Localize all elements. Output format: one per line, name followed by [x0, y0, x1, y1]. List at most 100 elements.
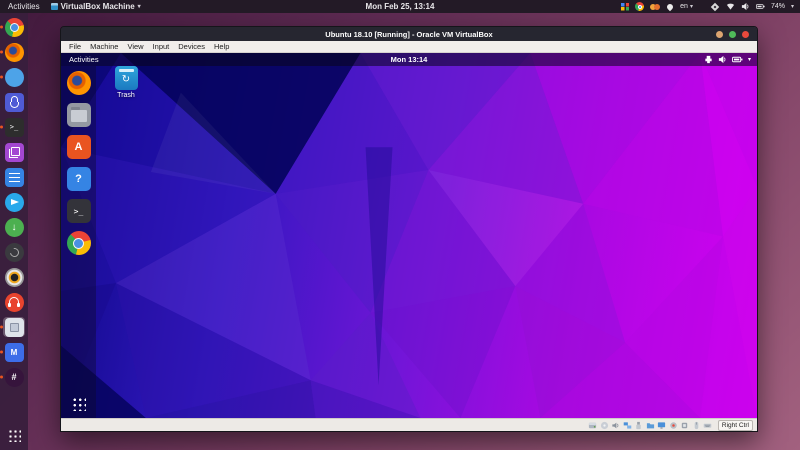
virtualbox-icon — [51, 3, 58, 10]
menu-file[interactable]: File — [69, 42, 81, 51]
guest-dock-item-firefox[interactable] — [67, 71, 91, 95]
crop-icon — [5, 143, 24, 162]
running-indicator — [0, 126, 3, 129]
menu-help[interactable]: Help — [214, 42, 229, 51]
dock-item-telegram[interactable] — [3, 192, 25, 212]
download-arrow-icon: ↓ — [5, 218, 24, 237]
telegram-icon — [5, 193, 24, 212]
running-indicator — [0, 26, 3, 29]
firefox-icon — [5, 43, 24, 62]
running-indicator — [0, 351, 3, 354]
hard-disk-icon[interactable] — [588, 421, 597, 430]
menu-input[interactable]: Input — [153, 42, 170, 51]
running-indicator — [0, 51, 3, 54]
trash-label: Trash — [117, 92, 135, 99]
dock-item-vm-app[interactable]: M — [3, 342, 25, 362]
shared-folders-icon[interactable] — [646, 421, 655, 430]
guest-screen[interactable]: Activities Mon 13:14 ▾ — [61, 53, 757, 418]
dock-item-download-manager[interactable]: ↓ — [3, 217, 25, 237]
host-key-label: Right Ctrl — [718, 420, 753, 431]
dock-item-software-store[interactable] — [3, 92, 25, 112]
guest-dock-item-files[interactable] — [67, 103, 91, 127]
sliders-icon — [5, 168, 24, 187]
blue-circle-app-icon — [5, 68, 24, 87]
minimize-button[interactable] — [716, 31, 723, 38]
wifi-icon[interactable] — [726, 2, 735, 11]
dock-item-settings-sliders[interactable] — [3, 167, 25, 187]
close-button[interactable] — [742, 31, 749, 38]
host-top-bar: Activities VirtualBox Machine ▾ Mon Feb … — [0, 0, 800, 13]
audio-icon[interactable] — [611, 421, 620, 430]
software-store-icon — [5, 93, 24, 112]
chevron-down-icon: ▾ — [690, 3, 693, 10]
recycle-glyph: ↻ — [122, 75, 130, 85]
guest-system-menu[interactable]: ▾ — [704, 55, 757, 64]
volume-icon — [718, 55, 727, 64]
host-show-applications-button[interactable] — [7, 428, 21, 442]
guest-dock: A ? >_ — [61, 66, 96, 418]
maximize-button[interactable] — [729, 31, 736, 38]
mouse-integration-icon[interactable] — [692, 421, 701, 430]
network-icon[interactable] — [623, 421, 632, 430]
legacy-tray-icon[interactable] — [711, 2, 719, 10]
battery-icon[interactable] — [756, 2, 765, 11]
usb-icon[interactable] — [634, 421, 643, 430]
vm-letter-icon: M — [5, 343, 24, 362]
dock-item-screenshot-tool[interactable] — [3, 142, 25, 162]
menu-machine[interactable]: Machine — [90, 42, 118, 51]
host-clock[interactable]: Mon Feb 25, 13:14 — [366, 2, 435, 11]
guest-activities-button[interactable]: Activities — [61, 55, 99, 64]
guest-top-bar: Activities Mon 13:14 ▾ — [61, 53, 757, 66]
slack-icon: # — [5, 368, 24, 387]
recording-icon[interactable] — [669, 421, 678, 430]
dark-circle-app-icon — [5, 243, 24, 262]
features-icon[interactable] — [680, 421, 689, 430]
menu-view[interactable]: View — [127, 42, 143, 51]
chevron-down-icon: ▾ — [138, 3, 141, 10]
workspaces-grid-icon[interactable] — [621, 3, 629, 11]
battery-icon — [732, 55, 743, 64]
dock-item-headphones-app[interactable] — [3, 292, 25, 312]
optical-disc-icon[interactable] — [600, 421, 609, 430]
keyboard-layout-indicator[interactable]: en ▾ — [680, 3, 693, 10]
contacts-icon[interactable] — [650, 2, 659, 11]
host-activities-button[interactable]: Activities — [8, 2, 40, 11]
battery-percent: 74% — [771, 3, 785, 10]
dock-item-chrome[interactable] — [3, 17, 25, 37]
camera-lens-icon — [5, 268, 24, 287]
location-pin-icon[interactable] — [665, 2, 673, 10]
virtualbox-titlebar[interactable]: Ubuntu 18.10 [Running] - Oracle VM Virtu… — [61, 27, 757, 41]
dock-item-blue-app[interactable] — [3, 67, 25, 87]
running-indicator — [0, 326, 3, 329]
guest-wallpaper[interactable] — [61, 53, 757, 418]
guest-clock[interactable]: Mon 13:14 — [391, 55, 428, 64]
dock-item-firefox[interactable] — [3, 42, 25, 62]
guest-dock-item-terminal[interactable]: >_ — [67, 199, 91, 223]
volume-icon[interactable] — [741, 2, 750, 11]
chrome-tray-icon[interactable] — [635, 2, 644, 11]
guest-show-applications-button[interactable] — [71, 396, 86, 411]
dock-item-virtualbox-active[interactable] — [3, 317, 25, 337]
virtualbox-app-icon — [5, 318, 24, 337]
host-app-menu[interactable]: VirtualBox Machine ▾ — [51, 2, 141, 11]
network-icon — [704, 55, 713, 64]
headphones-icon — [5, 293, 24, 312]
display-icon[interactable] — [657, 421, 666, 430]
running-indicator — [0, 376, 3, 379]
guest-dock-item-chrome[interactable] — [67, 231, 91, 255]
keyboard-icon[interactable] — [703, 421, 712, 430]
virtualbox-window: Ubuntu 18.10 [Running] - Oracle VM Virtu… — [60, 26, 758, 432]
chrome-icon — [5, 18, 24, 37]
trash-icon: ↻ — [115, 66, 138, 90]
guest-dock-item-help[interactable]: ? — [67, 167, 91, 191]
host-desktop[interactable]: Activities VirtualBox Machine ▾ Mon Feb … — [0, 0, 800, 450]
menu-devices[interactable]: Devices — [178, 42, 205, 51]
dock-item-camera-lens-app[interactable] — [3, 267, 25, 287]
dock-item-dark-app[interactable] — [3, 242, 25, 262]
trash-desktop-icon[interactable]: ↻ Trash — [103, 66, 149, 99]
dock-item-slack[interactable]: # — [3, 367, 25, 387]
window-title: Ubuntu 18.10 [Running] - Oracle VM Virtu… — [325, 30, 492, 39]
guest-dock-item-ubuntu-software[interactable]: A — [67, 135, 91, 159]
dock-item-terminal[interactable]: >_ — [3, 117, 25, 137]
system-menu-caret[interactable]: ▾ — [791, 3, 794, 10]
